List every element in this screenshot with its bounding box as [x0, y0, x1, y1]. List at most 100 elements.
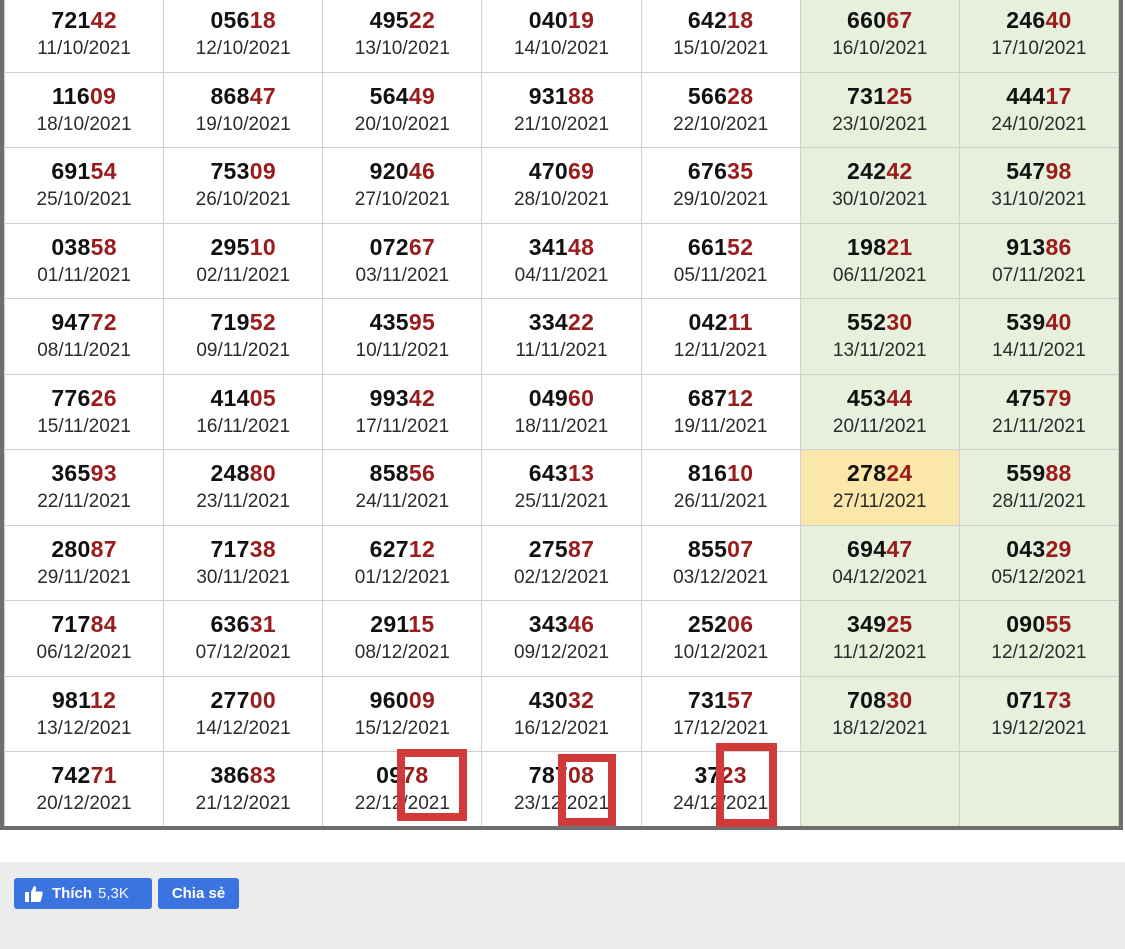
result-cell: 47579 21/11/2021 [958, 373, 1119, 450]
table-row: 03858 01/11/2021 29510 02/11/2021 07267 03/11… [4, 222, 1119, 299]
result-number-prefix: 691 [51, 158, 91, 185]
result-cell: 04019 14/10/2021 [481, 0, 642, 73]
result-date: 21/11/2021 [992, 415, 1086, 437]
result-number: 69154 [5, 157, 163, 185]
result-number: 34148 [482, 233, 640, 261]
result-cell: 92046 27/10/2021 [322, 147, 483, 224]
result-date: 17/11/2021 [355, 415, 450, 437]
result-number-prefix: 365 [51, 460, 91, 487]
result-cell: 85507 03/12/2021 [640, 524, 801, 601]
result-number: 47579 [960, 384, 1118, 412]
result-cell: 25206 10/12/2021 [640, 600, 801, 677]
result-number-tail: 19 [568, 7, 595, 34]
result-number: 45344 [801, 384, 959, 412]
result-number-prefix: 742 [51, 762, 91, 789]
result-number-prefix: 981 [51, 686, 90, 713]
result-cell: 71952 09/11/2021 [163, 298, 324, 375]
result-number-tail: 15 [408, 611, 435, 638]
result-number-tail: 18 [727, 7, 754, 34]
result-cell: 45344 20/11/2021 [799, 373, 960, 450]
result-date: 08/11/2021 [37, 340, 131, 362]
result-number-prefix: 334 [528, 309, 569, 336]
result-number-tail: 78 [402, 762, 429, 789]
result-number-tail: 80 [249, 460, 276, 487]
result-date: 22/10/2021 [673, 113, 769, 135]
result-number-tail: 42 [886, 158, 913, 185]
result-cell: 03858 01/11/2021 [4, 222, 165, 299]
result-date: 25/10/2021 [36, 189, 132, 211]
result-number: 04960 [482, 384, 640, 412]
result-cell: 70830 18/12/2021 [799, 675, 960, 752]
result-number-prefix: 816 [687, 460, 728, 487]
result-number-tail: 40 [1045, 7, 1072, 34]
result-cell: 56449 20/10/2021 [322, 71, 483, 148]
result-date: 04/11/2021 [514, 264, 609, 286]
result-cell: 44417 24/10/2021 [958, 71, 1119, 148]
table-row: 28087 29/11/2021 71738 30/11/2021 62712 01/12… [4, 524, 1119, 601]
result-number: 49522 [323, 6, 481, 34]
result-number-prefix: 280 [51, 535, 91, 562]
result-cell: 0978 22/12/2021 [322, 751, 483, 826]
result-number: 71738 [164, 535, 322, 563]
result-number-tail: 69 [568, 158, 595, 185]
result-cell: 66152 05/11/2021 [640, 222, 801, 299]
result-number: 71952 [164, 308, 322, 336]
result-cell: 94772 08/11/2021 [4, 298, 165, 375]
result-number-tail: 24 [886, 460, 913, 487]
result-cell: 63631 07/12/2021 [163, 600, 324, 677]
table-row: 36593 22/11/2021 24880 23/11/2021 85856 24/11… [4, 449, 1119, 526]
result-date: 18/11/2021 [514, 415, 609, 437]
result-number: 05618 [164, 6, 322, 34]
result-number-prefix: 566 [687, 82, 728, 109]
result-date: 14/12/2021 [195, 717, 291, 739]
result-number-prefix: 931 [528, 82, 569, 109]
result-number-prefix: 547 [1006, 158, 1046, 185]
result-number: 78708 [482, 761, 640, 789]
result-date: 14/10/2021 [513, 38, 610, 60]
result-date: 28/10/2021 [513, 189, 610, 211]
social-share-bar: Thích 5,3K Chia sẻ [0, 862, 1125, 949]
result-number-prefix: 676 [687, 158, 728, 185]
result-number-tail: 42 [90, 7, 117, 34]
result-number-tail: 21 [886, 233, 913, 260]
result-number-tail: 12 [89, 686, 117, 713]
result-cell: 78708 23/12/2021 [481, 751, 642, 826]
result-date: 01/12/2021 [354, 566, 450, 588]
result-number-prefix: 947 [51, 309, 91, 336]
result-cell: 07173 19/12/2021 [958, 675, 1119, 752]
result-number-prefix: 295 [210, 233, 250, 260]
share-button[interactable]: Chia sẻ [158, 878, 239, 909]
like-button[interactable]: Thích 5,3K [14, 878, 152, 909]
result-cell: 72142 11/10/2021 [4, 0, 165, 73]
result-number-tail: 30 [886, 686, 913, 713]
result-cell: 43595 10/11/2021 [322, 298, 483, 375]
result-cell: 34346 09/12/2021 [481, 600, 642, 677]
result-number: 77626 [5, 384, 163, 412]
result-number-prefix: 252 [687, 611, 728, 638]
result-number-prefix: 787 [528, 762, 569, 789]
result-number-tail: 49 [408, 82, 436, 109]
result-date: 17/12/2021 [673, 717, 769, 739]
result-number: 92046 [323, 157, 481, 185]
result-date: 18/10/2021 [36, 113, 132, 135]
result-number-prefix: 09 [376, 762, 403, 789]
result-date: 20/11/2021 [832, 415, 927, 437]
result-number-prefix: 687 [687, 384, 728, 411]
result-cell: 05618 12/10/2021 [163, 0, 324, 73]
result-cell: 91386 07/11/2021 [958, 222, 1119, 299]
result-date: 14/11/2021 [992, 340, 1086, 362]
result-cell: 27587 02/12/2021 [481, 524, 642, 601]
result-number-tail: 60 [568, 384, 595, 411]
result-date: 11/11/2021 [515, 340, 608, 362]
result-cell: 47069 28/10/2021 [481, 147, 642, 224]
result-number: 53940 [960, 308, 1118, 336]
result-number-prefix: 776 [51, 384, 91, 411]
result-number-prefix: 291 [370, 611, 409, 638]
result-number: 29510 [164, 233, 322, 261]
result-cell: 93188 21/10/2021 [481, 71, 642, 148]
result-cell: 24640 17/10/2021 [958, 0, 1119, 73]
result-number-prefix: 343 [528, 611, 569, 638]
result-number-tail: 09 [249, 158, 276, 185]
result-cell: 77626 15/11/2021 [4, 373, 165, 450]
result-cell: 19821 06/11/2021 [799, 222, 960, 299]
